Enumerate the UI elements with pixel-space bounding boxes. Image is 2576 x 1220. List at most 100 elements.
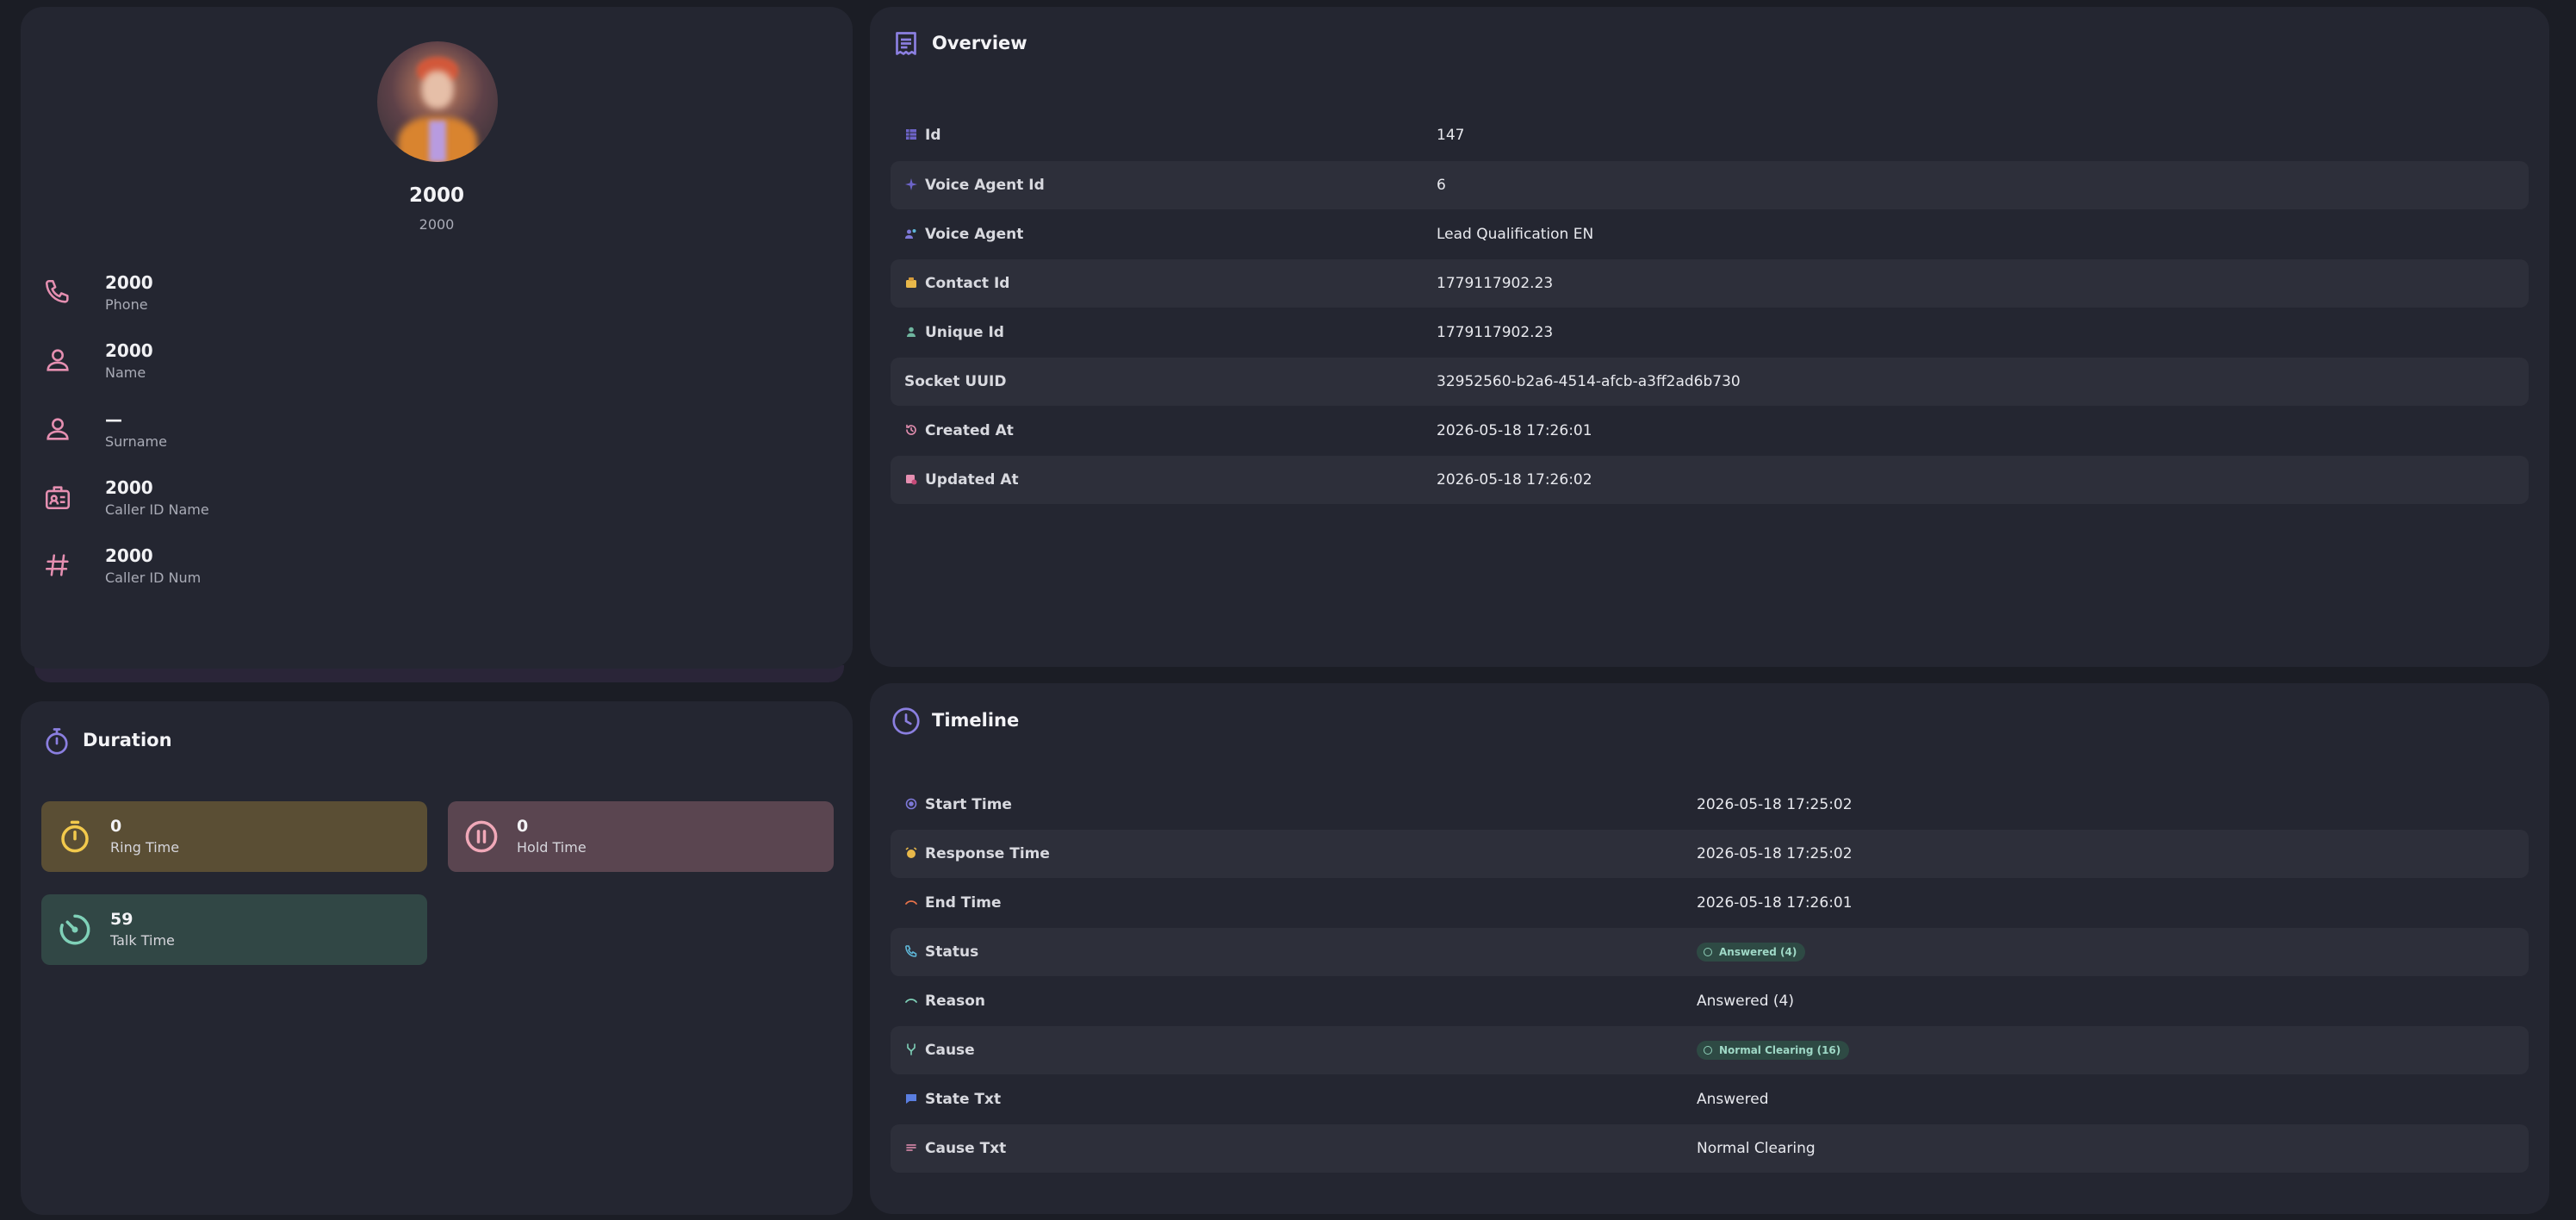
timeline-key-cause-txt: Cause Txt [925,1140,1007,1157]
overview-value-id: 147 [1437,127,1465,144]
profile-subtitle: 2000 [419,216,455,233]
timeline-key-reason: Reason [925,993,985,1010]
name-value: 2000 [105,340,153,361]
caller-id-num-label: Caller ID Num [105,570,202,586]
avatar [377,41,498,162]
overview-value-voice-agent: Lead Qualification EN [1437,226,1594,243]
info-row-surname: — Surname [43,409,560,461]
phone-label: Phone [105,296,148,313]
overview-row-socket-uuid: Socket UUID 32952560-b2a6-4514-afcb-a3ff… [891,358,2529,406]
surname-label: Surname [105,433,167,450]
caller-id-num-value: 2000 [105,545,153,566]
pause-icon [465,820,498,853]
overview-row-voice-agent-id: Voice Agent Id 6 [891,161,2529,209]
timeline-key-state-txt: State Txt [925,1091,1002,1108]
timeline-row-start-time: Start Time 2026-05-18 17:25:02 [891,781,2529,829]
overview-title: Overview [932,33,1027,53]
duration-title: Duration [83,730,172,750]
id-card-icon [45,486,71,510]
timeline-title: Timeline [932,710,1020,731]
target-icon [905,798,917,810]
overview-value-contact-id: 1779117902.23 [1437,275,1554,292]
timeline-key-status: Status [925,943,979,961]
timeline-key-end-time: End Time [925,894,1002,912]
name-label: Name [105,364,146,381]
history-icon [906,424,916,435]
info-row-caller-id-name: 2000 Caller ID Name [43,477,560,529]
ring-time-box: 0 Ring Time [41,801,427,872]
alarm-icon [905,847,917,858]
timeline-row-end-time: End Time 2026-05-18 17:26:01 [891,879,2529,927]
phone-value: 2000 [105,272,153,293]
caller-id-name-value: 2000 [105,477,153,498]
talk-time-label: Talk Time [110,932,175,949]
overview-key-voice-agent: Voice Agent [925,226,1024,243]
talk-time-value: 59 [110,910,133,929]
chat-icon [906,1094,916,1104]
hash-icon [45,554,69,576]
info-row-caller-id-num: 2000 Caller ID Num [43,545,560,597]
overview-card: Overview Id 147 Voice Agent Id 6 Voice A… [870,7,2549,667]
overview-key-id: Id [925,127,941,144]
overview-key-created-at: Created At [925,422,1014,439]
profile-card: 2000 2000 2000 Phone 2000 Name — Surname… [21,7,853,669]
overview-row-voice-agent: Voice Agent Lead Qualification EN [891,210,2529,258]
ring-time-value: 0 [110,817,122,836]
phone-return-icon [905,999,917,1003]
info-row-phone: 2000 Phone [43,272,560,324]
overview-value-socket-uuid: 32952560-b2a6-4514-afcb-a3ff2ad6b730 [1437,373,1741,390]
timeline-card: Timeline Start Time 2026-05-18 17:25:02 … [870,683,2549,1214]
status-badge: Answered (4) [1697,943,1806,962]
person-icon [47,349,69,371]
timeline-value-response-time: 2026-05-18 17:25:02 [1697,845,1853,862]
timeline-row-reason: Reason Answered (4) [891,977,2529,1025]
hold-time-label: Hold Time [517,839,587,856]
phone-icon [45,279,69,303]
hold-time-value: 0 [517,817,529,836]
surname-value: — [105,409,122,430]
timer-icon [59,914,90,945]
overview-row-created-at: Created At 2026-05-18 17:26:01 [891,407,2529,455]
overview-key-unique-id: Unique Id [925,324,1004,341]
overview-key-voice-agent-id: Voice Agent Id [925,177,1045,194]
timeline-key-response-time: Response Time [925,845,1050,862]
person-icon [47,418,69,440]
overview-row-contact-id: Contact Id 1779117902.23 [891,259,2529,308]
grid-icon [906,129,916,140]
cause-badge: Normal Clearing (16) [1697,1041,1850,1060]
overview-value-updated-at: 2026-05-18 17:26:02 [1437,471,1592,489]
timeline-value-start-time: 2026-05-18 17:25:02 [1697,796,1853,813]
talk-time-box: 59 Talk Time [41,894,427,965]
caller-id-name-label: Caller ID Name [105,501,209,518]
overview-value-created-at: 2026-05-18 17:26:01 [1437,422,1592,439]
timeline-value-reason: Answered (4) [1697,993,1794,1010]
timeline-key-start-time: Start Time [925,796,1012,813]
calendar-refresh-icon [906,475,917,485]
stopwatch-icon [61,820,89,853]
lines-icon [906,1144,916,1151]
branch-icon [907,1043,916,1055]
info-row-name: 2000 Name [43,340,560,392]
timeline-value-end-time: 2026-05-18 17:26:01 [1697,894,1853,912]
overview-key-contact-id: Contact Id [925,275,1010,292]
timeline-value-state-txt: Answered [1697,1091,1769,1108]
timeline-value-cause-txt: Normal Clearing [1697,1140,1816,1157]
overview-row-id: Id 147 [891,111,2529,159]
timeline-row-state-txt: State Txt Answered [891,1075,2529,1124]
overview-row-unique-id: Unique Id 1779117902.23 [891,308,2529,357]
timeline-row-cause: Cause Normal Clearing (16) [891,1026,2529,1074]
timeline-row-status: Status Answered (4) [891,928,2529,976]
overview-key-updated-at: Updated At [925,471,1019,489]
overview-value-voice-agent-id: 6 [1437,177,1446,194]
timeline-key-cause: Cause [925,1042,975,1059]
stopwatch-icon [46,728,68,755]
phone-icon [905,945,917,957]
hangup-icon [905,900,917,905]
contact-icon [906,277,916,288]
overview-key-socket-uuid: Socket UUID [904,373,1007,390]
clock-icon [892,707,920,735]
sparkle-icon [905,178,917,190]
user-icon [907,327,916,337]
duration-card: Duration 0 Ring Time 0 Hold Time 59 Talk… [21,701,853,1215]
overview-row-updated-at: Updated At 2026-05-18 17:26:02 [891,456,2529,504]
